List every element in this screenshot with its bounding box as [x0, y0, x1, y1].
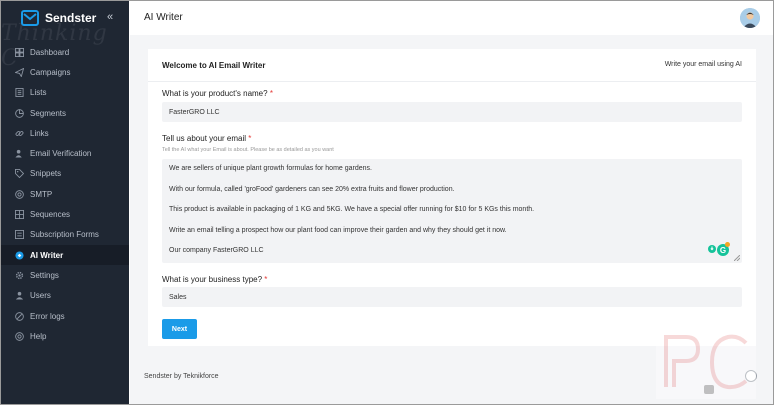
sidebar-item-subscription-forms[interactable]: Subscription Forms [1, 225, 129, 245]
link-icon [14, 128, 24, 138]
sidebar-item-label: Help [30, 331, 47, 341]
sidebar: Thinking C Sendster « Dashboard Campaign… [1, 1, 129, 404]
textarea-line: This product is available in packaging o… [169, 206, 535, 213]
business-type-label: What is your business type? * [162, 275, 267, 284]
required-mark: * [269, 89, 273, 98]
sidebar-item-campaigns[interactable]: Campaigns [1, 62, 129, 82]
sidebar-nav: Dashboard Campaigns Lists Segments Links… [1, 42, 129, 346]
page-title: AI Writer [144, 12, 183, 23]
help-widget-icon[interactable] [745, 370, 757, 382]
textarea-line: With our formula, called 'groFood' garde… [169, 185, 455, 193]
form-icon [14, 230, 24, 240]
business-type-label-text: What is your business type? [162, 275, 263, 284]
sidebar-item-label: Error logs [30, 311, 65, 321]
card-title: Welcome to AI Email Writer [162, 61, 266, 70]
help-icon [14, 331, 24, 341]
sidebar-item-label: Snippets [30, 169, 62, 179]
sidebar-item-email-verification[interactable]: Email Verification [1, 143, 129, 163]
resize-handle-icon[interactable] [734, 255, 740, 261]
email-about-label-text: Tell us about your email [162, 134, 247, 143]
textarea-line: We are sellers of unique plant growth fo… [169, 165, 372, 172]
email-help-text: Tell the AI what your Email is about. Pl… [162, 147, 334, 153]
email-about-label: Tell us about your email * [162, 134, 251, 143]
sidebar-item-error-logs[interactable]: Error logs [1, 306, 129, 326]
ai-icon [14, 250, 24, 260]
sidebar-item-dashboard[interactable]: Dashboard [1, 42, 129, 62]
at-sign-icon [14, 189, 24, 199]
dashboard-icon [14, 47, 24, 57]
sidebar-item-label: Links [30, 128, 49, 138]
textarea-line: Write an email telling a prospect how ou… [169, 226, 507, 234]
grid-icon [14, 210, 24, 220]
next-button[interactable]: Next [162, 319, 197, 339]
business-type-value: Sales [169, 293, 187, 301]
error-icon [14, 311, 24, 321]
brand-name: Sendster [45, 11, 97, 25]
grammarly-icon[interactable]: G [707, 241, 731, 257]
main-content: AI Writer Welcome to AI Email Writer Wri… [130, 1, 773, 404]
user-avatar-icon [740, 8, 760, 28]
sidebar-item-label: Settings [30, 270, 59, 280]
sidebar-item-label: Campaigns [30, 67, 71, 77]
sidebar-item-label: AI Writer [30, 250, 64, 260]
sidebar-item-label: Sequences [30, 210, 71, 220]
tag-icon [14, 169, 24, 179]
textarea-line: Our company FasterGRO LLC [169, 247, 264, 254]
top-bar: AI Writer [130, 1, 773, 35]
product-name-label-text: What is your product's name? [162, 89, 268, 98]
sidebar-item-settings[interactable]: Settings [1, 265, 129, 285]
svg-text:G: G [720, 246, 726, 255]
product-name-input[interactable]: FasterGRO LLC [162, 102, 742, 122]
sidebar-item-label: Segments [30, 108, 67, 118]
sidebar-item-links[interactable]: Links [1, 123, 129, 143]
business-type-input[interactable]: Sales [162, 287, 742, 307]
sidebar-item-smtp[interactable]: SMTP [1, 184, 129, 204]
sidebar-item-ai-writer[interactable]: AI Writer [1, 244, 129, 266]
sidebar-item-label: Lists [30, 88, 47, 98]
sidebar-item-snippets[interactable]: Snippets [1, 164, 129, 184]
card-header: Welcome to AI Email Writer Write your em… [148, 49, 756, 82]
required-mark: * [264, 275, 268, 284]
sidebar-item-segments[interactable]: Segments [1, 103, 129, 123]
brand-logo[interactable]: Sendster [21, 9, 96, 27]
sidebar-item-label: Dashboard [30, 47, 70, 57]
collapse-sidebar-icon[interactable]: « [107, 11, 113, 23]
pie-chart-icon [14, 108, 24, 118]
card-subtitle: Write your email using AI [664, 61, 742, 68]
app-window: Thinking C Sendster « Dashboard Campaign… [0, 0, 774, 405]
ai-writer-card: Welcome to AI Email Writer Write your em… [148, 49, 756, 346]
email-description-textarea[interactable]: We are sellers of unique plant growth fo… [162, 159, 742, 263]
required-mark: * [248, 134, 252, 143]
gear-icon [14, 270, 24, 280]
sidebar-item-label: Email Verification [30, 149, 92, 159]
sidebar-item-users[interactable]: Users [1, 286, 129, 306]
user-check-icon [14, 149, 24, 159]
list-icon [14, 88, 24, 98]
product-name-label: What is your product's name? * [162, 89, 273, 98]
sidebar-item-sequences[interactable]: Sequences [1, 204, 129, 224]
user-icon [14, 291, 24, 301]
product-name-value: FasterGRO LLC [169, 108, 220, 116]
footer-credit: Sendster by Teknikforce [144, 373, 219, 380]
sidebar-item-lists[interactable]: Lists [1, 83, 129, 103]
envelope-icon [21, 10, 39, 26]
paper-plane-icon [14, 67, 24, 77]
sidebar-item-label: Subscription Forms [30, 230, 99, 240]
sidebar-item-label: Users [30, 291, 51, 301]
sidebar-item-help[interactable]: Help [1, 326, 129, 346]
sidebar-item-label: SMTP [30, 189, 53, 199]
avatar[interactable] [740, 8, 760, 28]
